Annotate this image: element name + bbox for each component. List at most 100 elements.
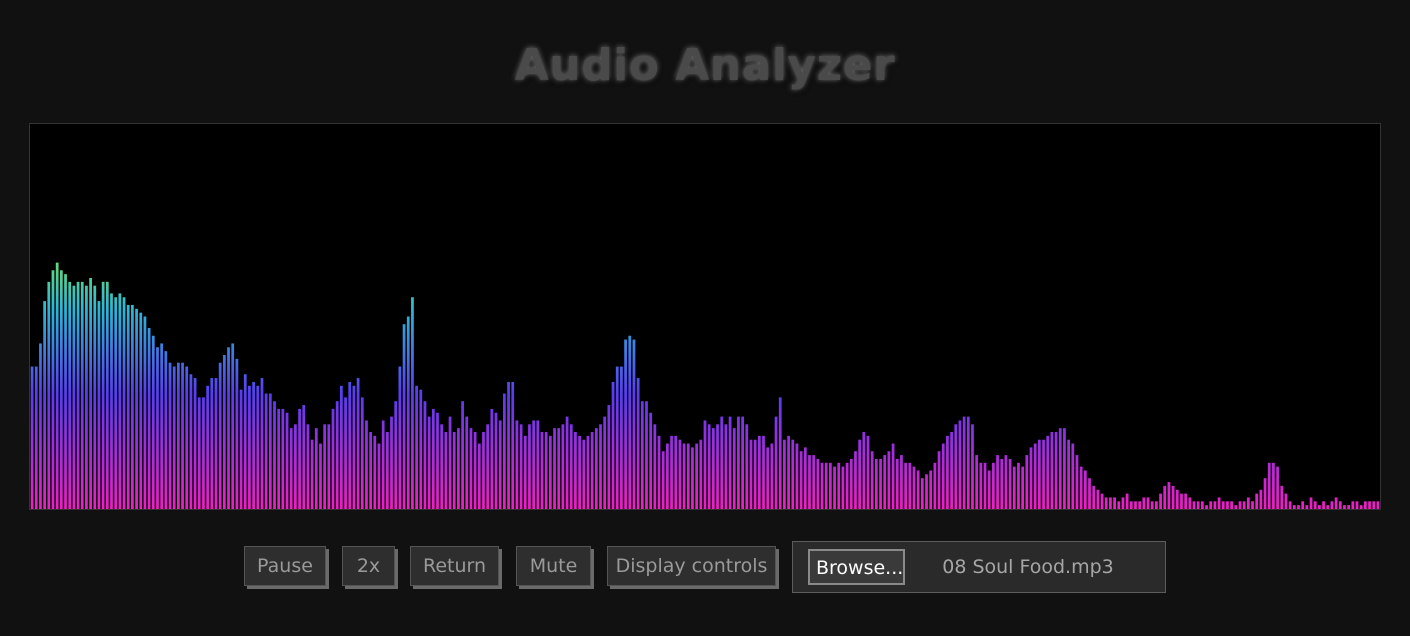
- spectrum-bar: [72, 285, 76, 509]
- spectrum-bar: [578, 435, 581, 509]
- spectrum-bar: [707, 424, 711, 509]
- spectrum-bar: [214, 378, 218, 509]
- spectrum-bar: [979, 462, 983, 509]
- spectrum-bar: [925, 474, 928, 509]
- spectrum-bar: [1221, 501, 1225, 509]
- spectrum-bar: [85, 285, 88, 509]
- spectrum-bar: [1075, 455, 1079, 509]
- spectrum-bar: [1226, 501, 1229, 509]
- spectrum-bar: [323, 424, 327, 509]
- spectrum-bar: [1046, 435, 1050, 509]
- spectrum-bar: [47, 281, 51, 509]
- spectrum-bar: [720, 416, 724, 509]
- spectrum-bar: [887, 451, 891, 509]
- spectrum-bar: [239, 389, 243, 509]
- spectrum-bar: [227, 347, 230, 509]
- spectrum-bar: [753, 439, 757, 509]
- spectrum-bar: [147, 328, 151, 509]
- spectrum-bar: [599, 424, 602, 509]
- spectrum-bar: [344, 397, 347, 509]
- spectrum-bar: [431, 408, 435, 509]
- spectrum-bar: [1230, 501, 1234, 509]
- spectrum-bar: [218, 362, 222, 509]
- speed-button[interactable]: 2x: [342, 546, 395, 586]
- spectrum-bar: [1263, 478, 1267, 509]
- spectrum-bar: [319, 443, 322, 509]
- spectrum-bar: [1146, 497, 1150, 509]
- spectrum-bar: [436, 412, 439, 509]
- spectrum-bar: [778, 397, 782, 509]
- spectrum-bar: [983, 462, 987, 509]
- spectrum-bar: [532, 420, 536, 509]
- spectrum-bar: [950, 432, 953, 509]
- spectrum-bar: [523, 435, 527, 509]
- spectrum-bar: [883, 455, 887, 509]
- spectrum-bar: [958, 420, 962, 509]
- spectrum-bar: [243, 374, 247, 509]
- spectrum-bar: [737, 416, 740, 509]
- spectrum-bar: [473, 432, 477, 509]
- spectrum-bar: [908, 462, 912, 509]
- spectrum-bar: [783, 439, 786, 509]
- spectrum-bar: [314, 428, 318, 509]
- spectrum-bar: [222, 355, 226, 509]
- spectrum-bar: [1021, 466, 1025, 509]
- spectrum-bar: [519, 424, 523, 509]
- spectrum-bar: [461, 401, 464, 509]
- spectrum-bar: [937, 451, 941, 509]
- spectrum-bar: [992, 462, 995, 509]
- spectrum-bar: [1272, 462, 1275, 509]
- spectrum-bar: [1200, 501, 1204, 509]
- spectrum-bar: [620, 366, 623, 509]
- browse-button[interactable]: Browse...: [808, 549, 905, 585]
- spectrum-bar: [837, 462, 841, 509]
- spectrum-bar: [1163, 485, 1167, 509]
- spectrum-bar: [440, 424, 444, 509]
- spectrum-bar: [1355, 501, 1359, 509]
- spectrum-bar: [582, 439, 586, 509]
- spectrum-bar: [666, 443, 669, 509]
- spectrum-bar: [640, 401, 644, 509]
- mute-button[interactable]: Mute: [516, 546, 591, 586]
- spectrum-bar: [156, 347, 159, 509]
- spectrum-bar: [1088, 478, 1091, 509]
- spectrum-bar: [661, 451, 665, 509]
- spectrum-bar: [89, 278, 92, 509]
- spectrum-bar: [1217, 497, 1221, 509]
- spectrum-bar: [1150, 501, 1154, 509]
- spectrum-bar: [1017, 462, 1020, 509]
- spectrum-bar: [235, 358, 239, 509]
- spectrum-bar: [277, 408, 281, 509]
- spectrum-bar: [891, 443, 895, 509]
- spectrum-bar: [874, 458, 878, 509]
- spectrum-bar: [1000, 458, 1004, 509]
- spectrum-bar: [377, 443, 381, 509]
- spectrum-bar: [686, 443, 690, 509]
- spectrum-bar: [1159, 493, 1162, 509]
- spectrum-bar: [1129, 501, 1133, 509]
- pause-button[interactable]: Pause: [244, 546, 326, 586]
- spectrum-bar: [628, 335, 632, 509]
- spectrum-bar: [1100, 493, 1104, 509]
- spectrum-bar: [482, 432, 485, 509]
- spectrum-bar: [1326, 505, 1330, 509]
- spectrum-bar: [185, 366, 189, 509]
- spectrum-bar: [879, 458, 882, 509]
- spectrum-bar: [1071, 443, 1075, 509]
- spectrum-bar: [76, 281, 80, 509]
- spectrum-bar: [168, 362, 172, 509]
- display-controls-button[interactable]: Display controls: [607, 546, 776, 586]
- spectrum-bar: [260, 378, 264, 509]
- spectrum-bar: [829, 462, 832, 509]
- spectrum-bar: [941, 443, 945, 509]
- spectrum-bar: [193, 378, 197, 509]
- spectrum-bar: [126, 304, 130, 509]
- spectrum-bar: [682, 443, 686, 509]
- spectrum-bar: [402, 324, 406, 509]
- spectrum-bar: [741, 416, 744, 509]
- spectrum-bar: [1292, 505, 1296, 509]
- spectrum-bar: [1259, 489, 1263, 509]
- spectrum-bar: [1180, 493, 1183, 509]
- spectrum-bar: [586, 435, 590, 509]
- return-button[interactable]: Return: [410, 546, 499, 586]
